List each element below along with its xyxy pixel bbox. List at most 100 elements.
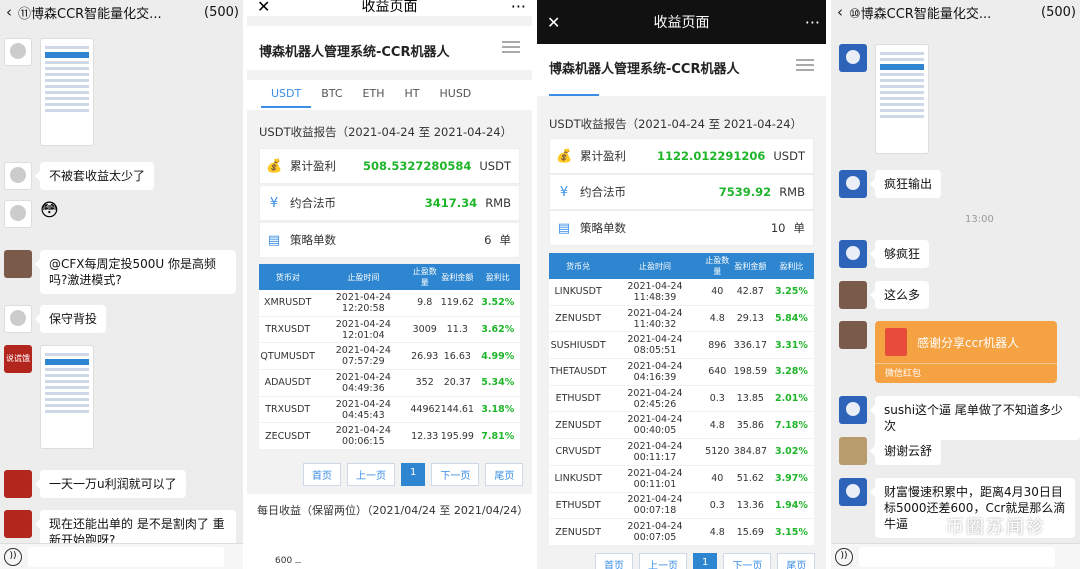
table-cell: 51.62 xyxy=(736,473,764,485)
stat-fiat-value: ¥ 约合法币 3417.34 RMB xyxy=(259,185,520,221)
prev-page-button[interactable]: 上一页 xyxy=(347,463,395,486)
menu-icon[interactable] xyxy=(796,56,814,74)
next-page-button[interactable]: 下一页 xyxy=(431,463,480,486)
more-icon[interactable]: ··· xyxy=(511,0,526,16)
avatar[interactable] xyxy=(839,281,867,309)
table-cell: 7.18% xyxy=(774,419,808,431)
prev-page-button[interactable]: 上一页 xyxy=(639,553,687,569)
message: sushi这个逼 尾单做了不知道多少次 xyxy=(839,396,1080,440)
voice-icon[interactable]: )) xyxy=(4,548,22,566)
avatar[interactable] xyxy=(4,250,32,278)
message-bubble[interactable]: 不被套收益太少了 xyxy=(34,162,155,190)
table-cell: 336.17 xyxy=(733,339,767,351)
tab-ht[interactable]: HT xyxy=(395,87,430,108)
avatar[interactable] xyxy=(4,38,32,66)
table-cell: 2021-04-24 07:57:29 xyxy=(335,345,391,368)
table-cell: ZECUSDT xyxy=(265,430,311,442)
back-icon[interactable]: ‹ xyxy=(831,3,849,21)
tab-husd[interactable]: HUSD xyxy=(430,87,482,108)
avatar[interactable] xyxy=(839,396,867,424)
message-image[interactable]: 说谎饿 xyxy=(4,345,94,449)
table-cell: 20.37 xyxy=(443,377,471,389)
avatar[interactable] xyxy=(4,470,32,498)
avatar[interactable] xyxy=(839,170,867,198)
table-cell: 2021-04-24 11:48:39 xyxy=(627,280,683,303)
screenshot-thumbnail[interactable] xyxy=(875,44,929,154)
chat-header: ‹ ⑩博森CCR智能量化交... (500) xyxy=(831,0,1080,24)
avatar[interactable] xyxy=(839,321,867,349)
next-page-button[interactable]: 下一页 xyxy=(723,553,772,569)
avatar[interactable] xyxy=(839,240,867,268)
avatar[interactable] xyxy=(839,437,867,465)
table-cell: 0.3 xyxy=(709,499,725,511)
message: 这么多 xyxy=(839,281,930,309)
table-cell: SUSHIUSDT xyxy=(550,339,606,351)
page-1-button[interactable]: 1 xyxy=(693,553,718,569)
message-bubble[interactable]: 这么多 xyxy=(869,281,930,309)
back-icon[interactable]: ‹ xyxy=(0,3,18,21)
message: 谢谢云舒 xyxy=(839,437,942,465)
message-image[interactable] xyxy=(839,44,929,154)
avatar[interactable]: 说谎饿 xyxy=(4,345,32,373)
earnings-page-2: ✕ 收益页面 ··· 博森机器人管理系统-CCR机器人 USDT收益报告（202… xyxy=(537,0,826,569)
emoji-sticker[interactable]: 😳 xyxy=(40,200,59,221)
table-cell: 2021-04-24 02:45:26 xyxy=(627,387,683,410)
first-page-button[interactable]: 首页 xyxy=(595,553,633,569)
tab-usdt[interactable]: USDT xyxy=(261,87,312,108)
first-page-button[interactable]: 首页 xyxy=(303,463,341,486)
close-icon[interactable]: ✕ xyxy=(257,0,270,16)
close-icon[interactable]: ✕ xyxy=(547,13,560,32)
earnings-page-1: ✕ 收益页面 ··· 博森机器人管理系统-CCR机器人 USDT BTC ETH… xyxy=(247,0,532,569)
message-bubble[interactable]: sushi这个逼 尾单做了不知道多少次 xyxy=(870,396,1080,440)
avatar[interactable] xyxy=(839,44,867,72)
avatar[interactable] xyxy=(839,478,867,506)
message-bubble[interactable]: @CFX每周定投500U 你是高频吗?激进模式? xyxy=(35,250,236,294)
red-envelope-icon xyxy=(885,328,907,356)
table-cell: 2021-04-24 00:11:01 xyxy=(627,467,683,490)
tab-btc[interactable]: BTC xyxy=(311,87,352,108)
table-row: ZENUSDT 2021-04-24 11:40:32 4.8 29.13 5.84% xyxy=(549,306,814,333)
more-icon[interactable]: ··· xyxy=(805,13,820,32)
table-cell: 2021-04-24 04:45:43 xyxy=(335,398,391,421)
tab-eth[interactable]: ETH xyxy=(353,87,395,108)
message-bubble[interactable]: 够疯狂 xyxy=(869,240,930,268)
table-cell: ZENUSDT xyxy=(555,419,601,431)
red-packet-text: 感谢分享ccr机器人 xyxy=(917,335,1020,350)
message: 保守背投 xyxy=(4,305,107,333)
avatar[interactable] xyxy=(4,162,32,190)
table-cell: 198.59 xyxy=(733,366,767,378)
message-input[interactable] xyxy=(28,547,224,567)
screenshot-thumbnail[interactable] xyxy=(40,38,94,146)
table-row: ETHUSDT 2021-04-24 00:07:18 0.3 13.36 1.94% xyxy=(549,493,814,520)
right-chat-panel: ‹ ⑩博森CCR智能量化交... (500) 疯狂输出 13:00 够疯狂 这么… xyxy=(831,0,1080,569)
page-1-button[interactable]: 1 xyxy=(401,463,426,486)
message-bubble[interactable]: 一天一万u利润就可以了 xyxy=(35,470,186,498)
voice-icon[interactable]: )) xyxy=(835,548,853,566)
table-cell: 42.87 xyxy=(736,286,764,298)
table-cell: 3.18% xyxy=(481,404,515,416)
table-cell: 15.69 xyxy=(736,526,764,538)
screenshot-thumbnail[interactable] xyxy=(40,345,94,449)
chat-title: ⑩博森CCR智能量化交... xyxy=(849,6,992,22)
yen-icon: ¥ xyxy=(269,195,279,211)
currency-tabs: USDT BTC ETH HT HUSD xyxy=(247,80,532,110)
table-cell: 3.25% xyxy=(774,286,808,298)
avatar[interactable] xyxy=(4,305,32,333)
table-cell: 3009 xyxy=(412,324,437,336)
stat-total-profit: 💰 累计盈利 1122.012291206 USDT xyxy=(549,138,814,174)
message-image[interactable] xyxy=(4,38,94,146)
message-input[interactable] xyxy=(859,547,1055,567)
message-bubble[interactable]: 疯狂输出 xyxy=(869,170,942,198)
trade-table: 货币对 止盈时间 止盈数量 盈利金额 盈利比 XMRUSDT 2021-04-24… xyxy=(259,264,520,451)
table-cell: 0.3 xyxy=(709,393,725,405)
avatar[interactable] xyxy=(4,510,32,538)
message-bubble[interactable]: 保守背投 xyxy=(34,305,107,333)
last-page-button[interactable]: 尾页 xyxy=(777,553,816,569)
last-page-button[interactable]: 尾页 xyxy=(485,463,524,486)
avatar[interactable] xyxy=(4,200,32,228)
menu-icon[interactable] xyxy=(502,38,520,56)
red-packet[interactable]: 感谢分享ccr机器人 微信红包 xyxy=(875,321,1057,383)
table-row: ZENUSDT 2021-04-24 00:40:05 4.8 35.86 7.18% xyxy=(549,412,814,440)
message-bubble[interactable]: 谢谢云舒 xyxy=(869,437,942,465)
table-row: LINKUSDT 2021-04-24 11:48:39 40 42.87 3.25% xyxy=(549,279,814,306)
